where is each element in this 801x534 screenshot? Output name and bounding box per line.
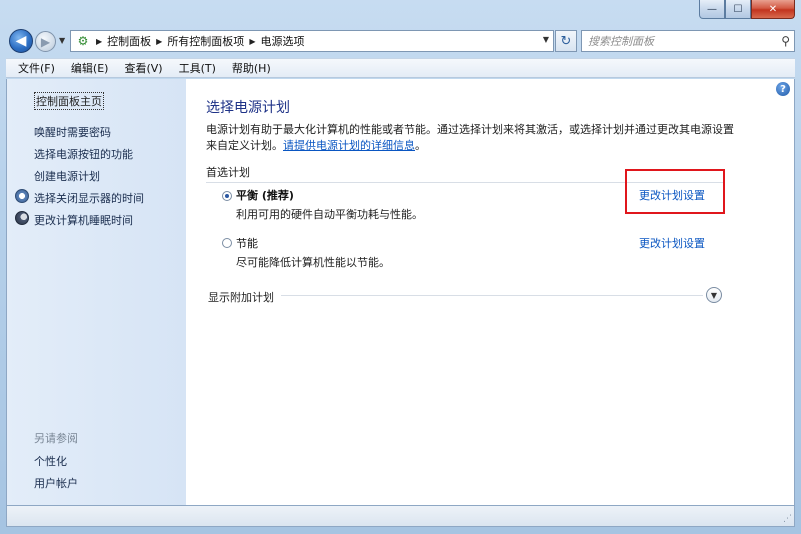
show-additional-plans-label[interactable]: 显示附加计划 [208, 289, 274, 305]
breadcrumb-power-options[interactable]: 电源选项 [260, 33, 304, 49]
menu-bar: 文件(F) 编辑(E) 查看(V) 工具(T) 帮助(H) [6, 58, 795, 78]
power-saver-plan-description: 尽可能降低计算机性能以节能。 [236, 256, 390, 269]
sidebar-home-link[interactable]: 控制面板主页 [34, 92, 104, 110]
description-line-2: 来自定义计划。请提供电源计划的详细信息。 [206, 138, 746, 154]
main-panel: ? 选择电源计划 电源计划有助于最大化计算机的性能或者节能。通过选择计划来将其激… [187, 79, 794, 505]
help-icon[interactable]: ? [776, 82, 790, 96]
status-bar: ⋰ [6, 505, 795, 527]
navigation-bar: ◀ ▶ ▼ ⚙ ▶ 控制面板 ▶ 所有控制面板项 ▶ 电源选项 ▼ ↻ 搜索控制… [6, 28, 795, 54]
chevron-down-icon: ▼ [710, 290, 718, 300]
menu-view[interactable]: 查看(V) [116, 60, 170, 76]
recent-pages-dropdown[interactable]: ▼ [59, 36, 65, 45]
sidebar-item-wake-password[interactable]: 唤醒时需要密码 [34, 124, 111, 140]
sidebar-item-create-plan[interactable]: 创建电源计划 [34, 168, 100, 184]
maximize-button[interactable]: ☐ [725, 0, 751, 19]
breadcrumb-all-items[interactable]: 所有控制面板项 [167, 33, 244, 49]
sidebar-item-power-buttons[interactable]: 选择电源按钮的功能 [34, 146, 133, 162]
menu-tools[interactable]: 工具(T) [171, 60, 224, 76]
refresh-button[interactable]: ↻ [555, 30, 577, 52]
breadcrumb-separator-icon[interactable]: ▶ [156, 37, 162, 46]
display-timer-icon [15, 189, 29, 203]
power-saver-radio[interactable] [222, 238, 232, 248]
minimize-button[interactable]: — [699, 0, 725, 19]
menu-file[interactable]: 文件(F) [10, 60, 63, 76]
sidebar-item-display-off[interactable]: 选择关闭显示器的时间 [34, 190, 144, 206]
breadcrumb-separator-icon[interactable]: ▶ [249, 37, 255, 46]
description-line-1: 电源计划有助于最大化计算机的性能或者节能。通过选择计划来将其激活，或选择计划并通… [206, 123, 734, 136]
description-prefix: 来自定义计划。 [206, 139, 283, 152]
balanced-plan-name[interactable]: 平衡 (推荐) [236, 187, 294, 203]
divider [281, 295, 703, 296]
see-also-heading: 另请参阅 [34, 432, 78, 445]
content-area: 控制面板主页 唤醒时需要密码 选择电源按钮的功能 创建电源计划 选择关闭显示器的… [6, 79, 795, 505]
back-button[interactable]: ◀ [9, 29, 33, 53]
menu-edit[interactable]: 编辑(E) [63, 60, 117, 76]
balanced-plan-radio[interactable] [222, 191, 232, 201]
resize-grip-icon[interactable]: ⋰ [783, 514, 792, 524]
sleep-moon-icon [15, 211, 29, 225]
search-placeholder: 搜索控制面板 [588, 35, 654, 48]
refresh-icon: ↻ [560, 33, 572, 49]
power-saver-change-settings-link[interactable]: 更改计划设置 [639, 235, 705, 251]
back-arrow-icon: ◀ [15, 33, 27, 49]
control-panel-icon: ⚙ [77, 34, 89, 48]
description-suffix: 。 [415, 139, 426, 152]
sidebar: 控制面板主页 唤醒时需要密码 选择电源按钮的功能 创建电源计划 选择关闭显示器的… [7, 79, 186, 505]
sidebar-item-personalization[interactable]: 个性化 [34, 453, 67, 469]
forward-arrow-icon: ▶ [40, 34, 51, 49]
sidebar-item-user-accounts[interactable]: 用户帐户 [34, 475, 78, 491]
plan-details-link[interactable]: 请提供电源计划的详细信息 [283, 139, 415, 152]
search-icon[interactable]: ⚲ [781, 34, 790, 48]
breadcrumb-separator-icon[interactable]: ▶ [96, 37, 102, 46]
page-title: 选择电源计划 [206, 100, 290, 116]
close-button[interactable]: ✕ [751, 0, 795, 19]
caption-buttons: — ☐ ✕ [699, 0, 795, 20]
expand-button[interactable]: ▼ [706, 287, 722, 303]
address-bar[interactable]: ⚙ ▶ 控制面板 ▶ 所有控制面板项 ▶ 电源选项 ▼ [70, 30, 554, 52]
forward-button[interactable]: ▶ [35, 31, 56, 52]
highlight-box [625, 169, 725, 214]
search-input[interactable]: 搜索控制面板 ⚲ [581, 30, 795, 52]
page-description: 电源计划有助于最大化计算机的性能或者节能。通过选择计划来将其激活，或选择计划并通… [206, 122, 746, 154]
menu-help[interactable]: 帮助(H) [224, 60, 279, 76]
preferred-plans-heading: 首选计划 [206, 166, 250, 179]
balanced-plan-description: 利用可用的硬件自动平衡功耗与性能。 [236, 208, 423, 221]
window-frame: — ☐ ✕ ◀ ▶ ▼ ⚙ ▶ 控制面板 ▶ 所有控制面板项 ▶ 电源选项 ▼ … [0, 0, 801, 534]
breadcrumb-control-panel[interactable]: 控制面板 [107, 33, 151, 49]
address-dropdown-icon[interactable]: ▼ [543, 35, 549, 44]
power-saver-plan-name[interactable]: 节能 [236, 235, 258, 251]
sidebar-item-sleep-time[interactable]: 更改计算机睡眠时间 [34, 212, 133, 228]
